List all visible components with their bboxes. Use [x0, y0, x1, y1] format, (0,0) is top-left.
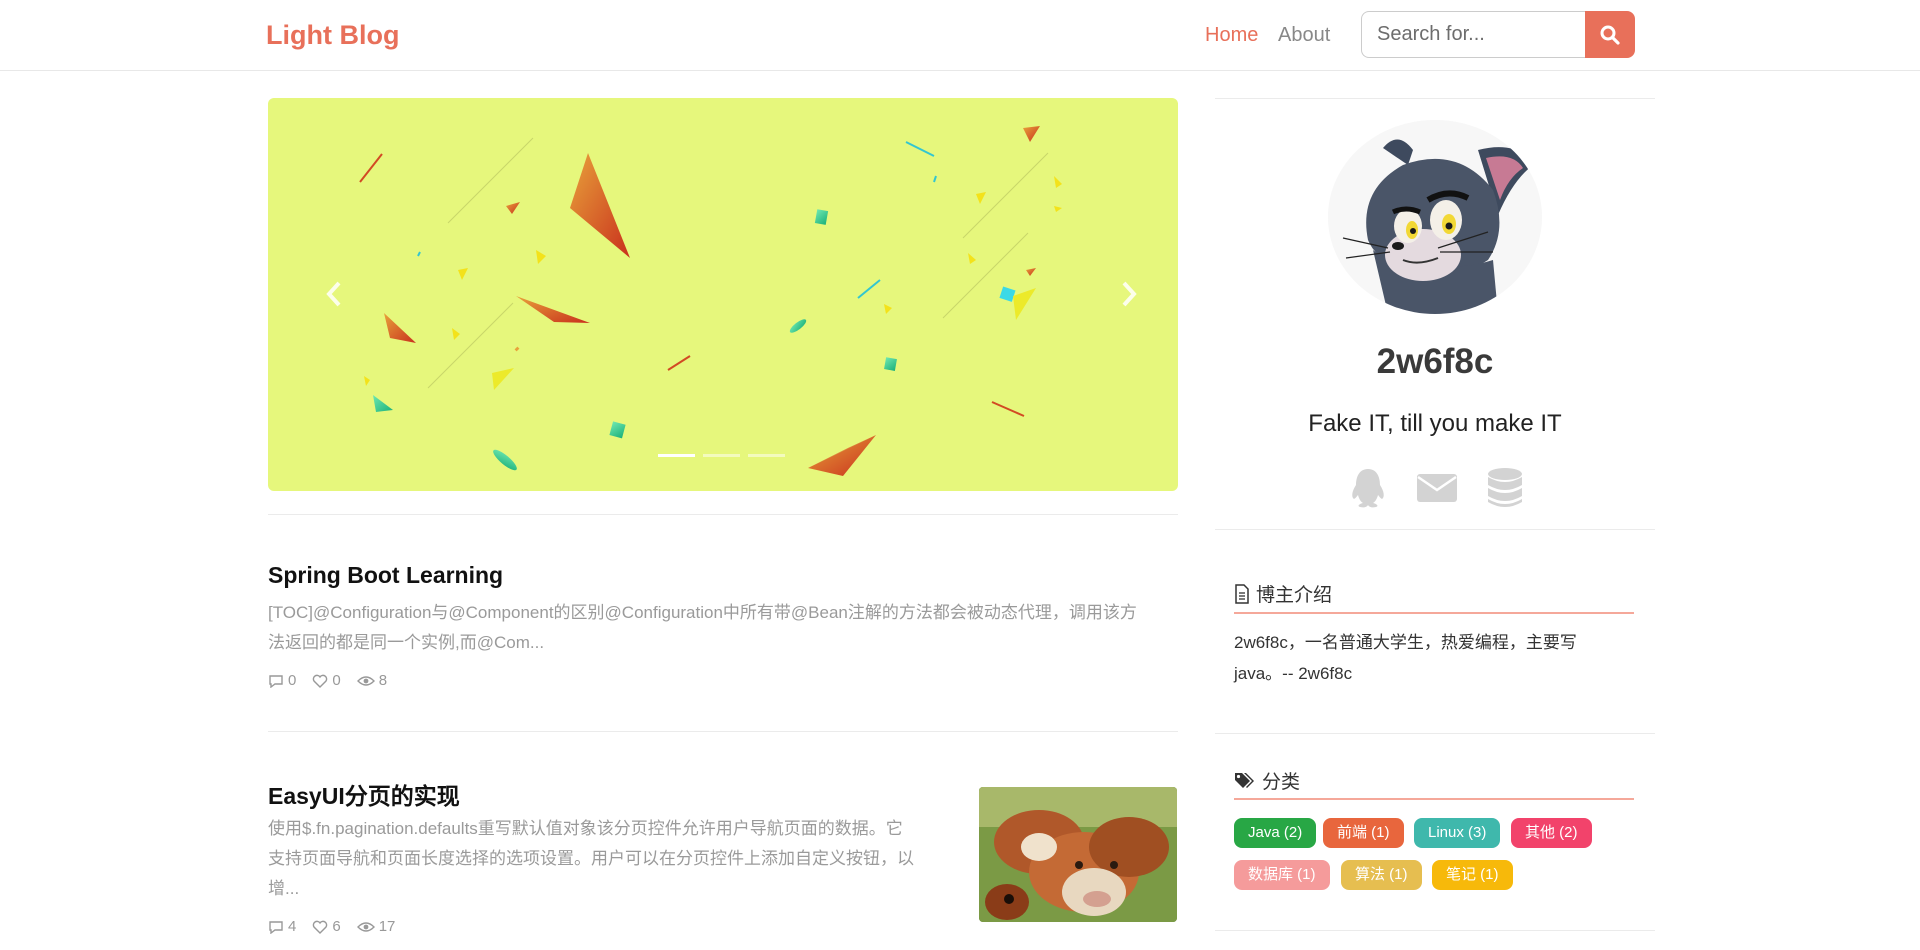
- social-link-qq[interactable]: [1346, 466, 1390, 510]
- post-excerpt-line: 使用$.fn.pagination.defaults重写默认值对象该分页控件允许…: [268, 819, 903, 838]
- comment-icon: [269, 920, 283, 934]
- eye-icon: [356, 675, 375, 686]
- divider: [1215, 733, 1655, 734]
- like-count[interactable]: 6: [312, 918, 341, 935]
- social-link-mail[interactable]: [1415, 466, 1459, 510]
- search-button[interactable]: [1585, 11, 1635, 58]
- comment-count[interactable]: 0: [268, 672, 296, 689]
- carousel-prev-button[interactable]: [314, 274, 354, 314]
- divider: [268, 514, 1178, 515]
- post-excerpt: [TOC]@Configuration与@Component的区别@Config…: [268, 598, 1178, 658]
- eye-icon: [356, 921, 375, 932]
- search-input[interactable]: [1361, 11, 1586, 58]
- carousel-indicator-3[interactable]: [748, 454, 785, 457]
- comment-count[interactable]: 4: [268, 918, 296, 935]
- navbar: Light Blog Home About: [0, 0, 1920, 71]
- post-excerpt-line: 支持页面导航和页面长度选择的选项设置。用户可以在分页控件上添加自定义按钮，以: [268, 849, 914, 868]
- cows-photo: [979, 787, 1177, 922]
- divider: [268, 731, 1178, 732]
- categories-section-title: 分类: [1234, 767, 1300, 794]
- category-tag-notes[interactable]: 笔记 (1): [1432, 860, 1513, 890]
- divider: [1215, 529, 1655, 530]
- post-excerpt-line: 法返回的都是同一个实例,而@Com...: [268, 633, 545, 652]
- like-count-value: 0: [332, 672, 341, 689]
- carousel-indicator-2[interactable]: [703, 454, 740, 457]
- hero-carousel[interactable]: [268, 98, 1178, 491]
- social-link-database[interactable]: [1483, 466, 1527, 510]
- mail-icon: [1417, 474, 1457, 502]
- view-count-value: 8: [378, 672, 388, 689]
- about-text: 2w6f8c，一名普通大学生，热爱编程，主要写 java。-- 2w6f8c: [1234, 627, 1624, 689]
- about-section-title: 博主介绍: [1234, 580, 1332, 607]
- category-tag-other[interactable]: 其他 (2): [1511, 818, 1592, 848]
- nav-link-about[interactable]: About: [1278, 24, 1330, 47]
- profile-motto: Fake IT, till you make IT: [1308, 410, 1562, 437]
- carousel-indicators: [658, 454, 785, 457]
- chevron-right-icon: [1122, 281, 1137, 307]
- category-tag-frontend[interactable]: 前端 (1): [1323, 818, 1404, 848]
- heart-icon: [313, 674, 328, 688]
- search-icon: [1600, 25, 1620, 45]
- about-title-text: 博主介绍: [1256, 585, 1333, 606]
- category-tag-database[interactable]: 数据库 (1): [1234, 860, 1330, 890]
- section-underline: [1234, 798, 1634, 800]
- section-underline: [1234, 612, 1634, 614]
- divider: [1215, 930, 1655, 931]
- nav-link-home[interactable]: Home: [1205, 24, 1258, 47]
- post-title[interactable]: Spring Boot Learning: [268, 562, 503, 589]
- category-tag-linux[interactable]: Linux (3): [1414, 818, 1501, 848]
- view-count: 8: [356, 672, 388, 689]
- view-count-value: 17: [378, 918, 396, 935]
- comment-count-value: 0: [288, 672, 297, 689]
- category-tag-algorithm[interactable]: 算法 (1): [1341, 860, 1422, 890]
- category-tag-java[interactable]: Java (2): [1234, 818, 1317, 848]
- like-count-value: 6: [332, 918, 341, 935]
- carousel-next-button[interactable]: [1109, 274, 1149, 314]
- categories-title-text: 分类: [1262, 772, 1301, 793]
- about-text-line: 2w6f8c，一名普通大学生，热爱编程，主要写: [1234, 633, 1577, 652]
- database-icon: [1488, 468, 1522, 507]
- about-text-line: java。-- 2w6f8c: [1234, 664, 1353, 683]
- post-title[interactable]: EasyUI分页的实现: [268, 777, 460, 811]
- confetti-illustration: [359, 126, 1062, 476]
- avatar: [1328, 120, 1542, 314]
- post-meta: 4 6 17: [268, 918, 411, 935]
- comment-count-value: 4: [288, 918, 297, 935]
- tags-icon: [1235, 772, 1254, 788]
- heart-icon: [313, 920, 328, 934]
- post-thumbnail[interactable]: [979, 787, 1177, 922]
- post-excerpt: 使用$.fn.pagination.defaults重写默认值对象该分页控件允许…: [268, 814, 958, 904]
- document-icon: [1235, 583, 1249, 604]
- profile-name: 2w6f8c: [1376, 342, 1494, 381]
- post-meta: 0 0 8: [268, 672, 403, 689]
- view-count: 17: [356, 918, 396, 935]
- carousel-indicator-1[interactable]: [658, 454, 695, 457]
- brand-logo[interactable]: Light Blog: [266, 20, 399, 51]
- post-excerpt-line: [TOC]@Configuration与@Component的区别@Config…: [268, 603, 1137, 622]
- comment-icon: [269, 674, 283, 688]
- like-count[interactable]: 0: [312, 672, 341, 689]
- post-excerpt-line: 增...: [268, 879, 300, 898]
- chevron-left-icon: [326, 281, 341, 307]
- divider: [1215, 98, 1655, 99]
- cat-avatar-illustration: [1328, 120, 1542, 314]
- qq-icon: [1352, 469, 1384, 508]
